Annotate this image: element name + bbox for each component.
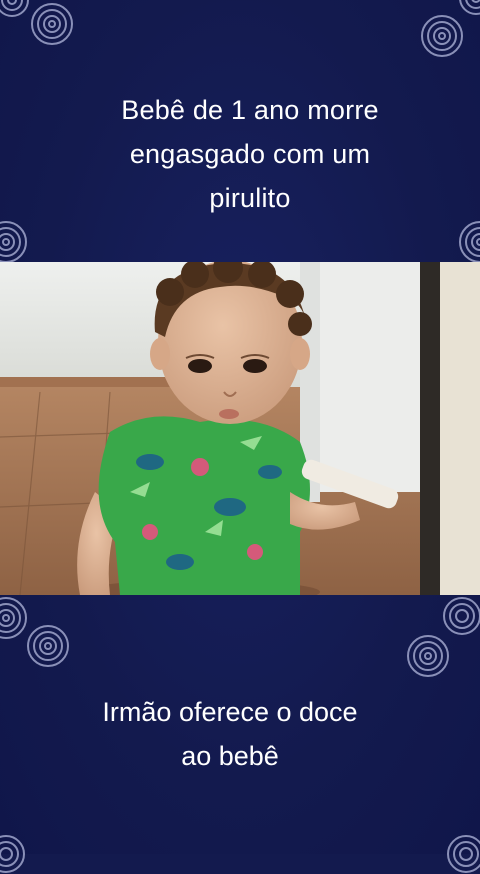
spiral-ornament-icon (0, 220, 28, 264)
spiral-ornament-icon (26, 624, 70, 668)
story-background: Bebê de 1 ano morre engasgado com um pir… (0, 0, 480, 873)
spiral-ornament-icon (30, 2, 74, 46)
spiral-ornament-icon (446, 834, 480, 874)
caption-text: Irmão oferece o doce ao bebê (102, 697, 358, 771)
spiral-ornament-icon (406, 634, 450, 678)
toddler-holding-lollipop-icon (0, 262, 480, 595)
spiral-ornament-icon (458, 220, 480, 264)
spiral-ornament-icon (458, 0, 480, 16)
headline-text: Bebê de 1 ano morre engasgado com um pir… (121, 95, 379, 213)
spiral-ornament-icon (420, 14, 464, 58)
spiral-ornament-icon (442, 596, 480, 636)
toddler-photo (0, 262, 480, 595)
spiral-ornament-icon (0, 596, 28, 640)
spiral-ornament-icon (0, 834, 26, 874)
spiral-ornament-icon (0, 0, 30, 18)
